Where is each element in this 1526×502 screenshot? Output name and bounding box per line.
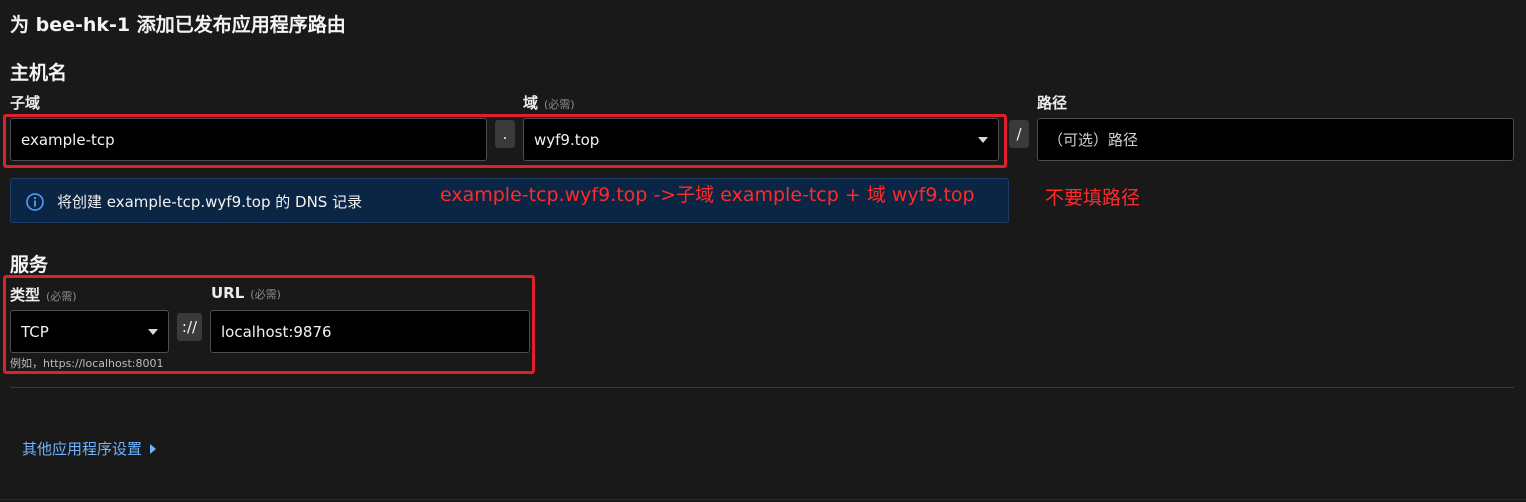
domain-required-text: (必需) <box>544 98 575 111</box>
slash-separator: / <box>1009 120 1029 148</box>
caret-right-icon <box>150 443 157 454</box>
path-label: 路径 <box>1037 94 1068 112</box>
subdomain-label: 子域 <box>10 94 41 112</box>
other-app-settings-label: 其他应用程序设置 <box>22 440 143 458</box>
info-icon <box>26 193 44 211</box>
dns-info-text: 将创建 example-tcp.wyf9.top 的 DNS 记录 <box>57 193 363 211</box>
domain-label: 域 (必需) <box>523 92 575 113</box>
annotation-highlight-service <box>3 275 535 374</box>
annotation-path-note: 不要填路径 <box>1045 187 1141 209</box>
section-divider <box>10 387 1514 388</box>
page-title: 为 bee-hk-1 添加已发布应用程序路由 <box>10 14 346 36</box>
annotation-domain-note: example-tcp.wyf9.top ->子域 example-tcp + … <box>440 184 975 206</box>
path-input-placeholder: （可选）路径 <box>1048 131 1139 149</box>
annotation-highlight-hostname <box>3 114 1007 168</box>
hostname-section-title: 主机名 <box>10 62 68 84</box>
bottom-border <box>0 499 1526 500</box>
other-app-settings-toggle[interactable]: 其他应用程序设置 <box>22 438 158 459</box>
path-input[interactable]: （可选）路径 <box>1037 118 1514 161</box>
domain-label-text: 域 <box>523 94 539 112</box>
service-section-title: 服务 <box>10 254 49 276</box>
